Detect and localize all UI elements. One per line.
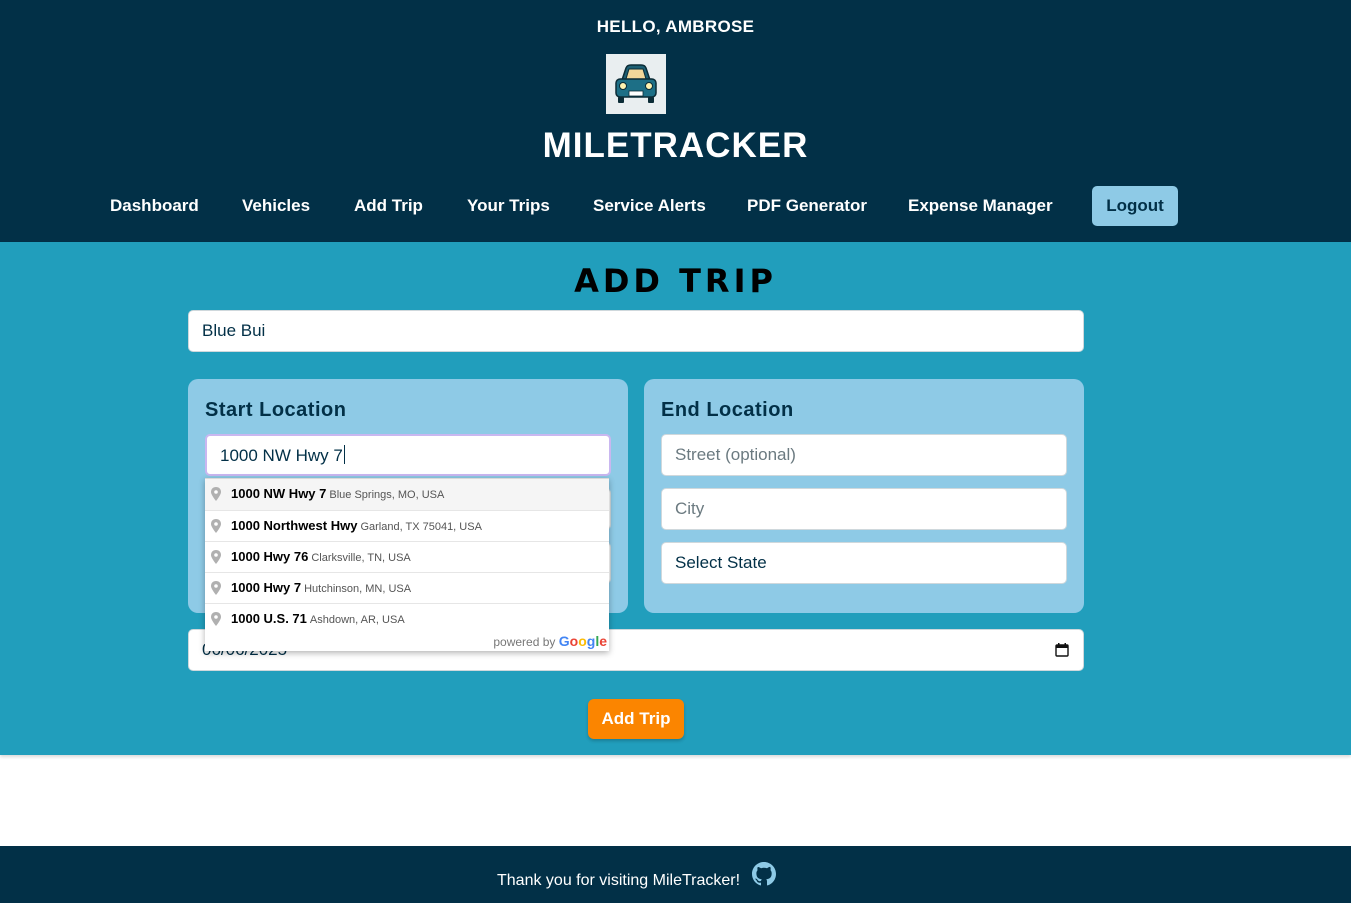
nav-pdf-generator[interactable]: PDF Generator	[747, 186, 867, 226]
start-street-value: 1000 NW Hwy 7	[220, 446, 343, 465]
nav-vehicles[interactable]: Vehicles	[242, 186, 310, 226]
calendar-icon[interactable]	[1055, 643, 1069, 657]
start-location-title: Start Location	[205, 399, 347, 421]
autocomplete-main-text: 1000 Hwy 7	[231, 580, 302, 595]
end-city-placeholder: City	[675, 499, 705, 518]
map-pin-icon	[211, 487, 221, 501]
nav-your-trips[interactable]: Your Trips	[467, 186, 550, 226]
autocomplete-item[interactable]: 1000 NW Hwy 7 Blue Springs, MO, USA	[205, 479, 609, 510]
footer-text: Thank you for visiting MileTracker!	[497, 872, 741, 889]
map-pin-icon	[211, 519, 221, 533]
end-state-value: Select State	[675, 553, 767, 572]
autocomplete-main-text: 1000 Northwest Hwy	[231, 518, 358, 533]
autocomplete-main-text: 1000 Hwy 76	[231, 549, 309, 564]
autocomplete-secondary-text: Blue Springs, MO, USA	[329, 489, 445, 501]
autocomplete-item[interactable]: 1000 Northwest Hwy Garland, TX 75041, USA	[205, 510, 609, 541]
user-greeting: HELLO, AMBROSE	[596, 17, 755, 36]
nav-add-trip[interactable]: Add Trip	[354, 186, 423, 226]
autocomplete-main-text: 1000 U.S. 71	[231, 611, 307, 626]
nav-service-alerts[interactable]: Service Alerts	[593, 186, 706, 226]
page-title: ADD TRIP	[574, 262, 777, 300]
site-footer: Thank you for visiting MileTracker!	[0, 846, 1351, 903]
add-trip-section: ADD TRIP Blue Bui Start Location 1000 NW…	[0, 242, 1351, 755]
powered-by-google: powered by Google	[493, 633, 607, 649]
nav-dashboard[interactable]: Dashboard	[110, 186, 199, 226]
start-street-input[interactable]: 1000 NW Hwy 7	[205, 434, 611, 476]
end-city-input[interactable]: City	[661, 488, 1067, 530]
end-location-title: End Location	[661, 399, 794, 421]
autocomplete-secondary-text: Clarksville, TN, USA	[311, 552, 411, 564]
main-nav: Dashboard Vehicles Add Trip Your Trips S…	[0, 186, 1351, 226]
car-logo-icon	[606, 54, 666, 114]
map-pin-icon	[211, 550, 221, 564]
autocomplete-item[interactable]: 1000 Hwy 7 Hutchinson, MN, USA	[205, 572, 609, 603]
text-caret	[343, 445, 345, 464]
autocomplete-secondary-text: Hutchinson, MN, USA	[304, 583, 412, 595]
map-pin-icon	[211, 612, 221, 626]
powered-by-text: powered by	[493, 635, 556, 649]
site-header: HELLO, AMBROSE MILETRACKER Dashboard Veh…	[0, 0, 1351, 242]
autocomplete-item[interactable]: 1000 Hwy 76 Clarksville, TN, USA	[205, 541, 609, 572]
map-pin-icon	[211, 581, 221, 595]
google-logo: Google	[558, 633, 607, 649]
end-street-placeholder: Street (optional)	[675, 445, 796, 464]
autocomplete-main-text: 1000 NW Hwy 7	[231, 486, 327, 501]
vehicle-select[interactable]: Blue Bui	[188, 310, 1084, 352]
vehicle-select-value: Blue Bui	[202, 321, 266, 340]
autocomplete-secondary-text: Ashdown, AR, USA	[309, 614, 405, 626]
nav-expense-manager[interactable]: Expense Manager	[908, 186, 1053, 226]
logout-button[interactable]: Logout	[1092, 186, 1178, 226]
autocomplete-secondary-text: Garland, TX 75041, USA	[360, 521, 482, 533]
end-location-card: End Location Street (optional) City Sele…	[644, 379, 1084, 613]
end-state-select[interactable]: Select State	[661, 542, 1067, 584]
add-trip-button[interactable]: Add Trip	[588, 699, 684, 739]
address-autocomplete-dropdown: 1000 NW Hwy 7 Blue Springs, MO, USA 1000 …	[205, 478, 609, 651]
end-street-input[interactable]: Street (optional)	[661, 434, 1067, 476]
autocomplete-item[interactable]: 1000 U.S. 71 Ashdown, AR, USA	[205, 603, 609, 634]
github-icon[interactable]	[752, 862, 776, 886]
brand-title: MILETRACKER	[542, 126, 809, 165]
